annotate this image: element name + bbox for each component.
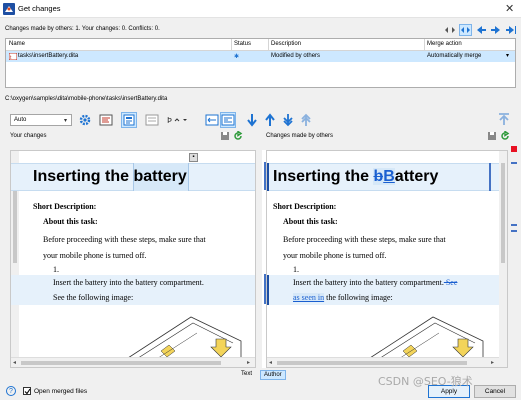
step-line-1: Insert the battery into the battery comp… — [53, 278, 204, 287]
step-line-2: as seen in the following image: — [293, 293, 393, 302]
doc-heading: Inserting the bBattery — [273, 168, 438, 186]
col-merge-action[interactable]: Merge action — [427, 41, 462, 47]
change-marker[interactable] — [511, 230, 517, 232]
row-description: Modified by others — [271, 53, 321, 59]
para-line-2: your mobile phone is turned off. — [283, 251, 387, 260]
about-task-label: About this task: — [43, 217, 98, 226]
checkmark-icon — [24, 388, 31, 395]
open-merged-checkbox[interactable] — [23, 387, 31, 395]
right-scrollbar[interactable] — [499, 151, 507, 367]
scroll-right-icon[interactable]: ▸ — [491, 359, 494, 366]
step-number: 1. — [293, 265, 299, 274]
short-description-label: Short Description: — [33, 202, 97, 211]
tab-text[interactable]: Text — [238, 370, 255, 380]
close-icon[interactable]: ✕ — [505, 2, 514, 15]
right-editor-panel[interactable]: Inserting the bBattery Short Description… — [266, 150, 508, 368]
next-conflict-icon[interactable] — [281, 113, 295, 127]
para-line-1: Before proceeding with these steps, make… — [283, 235, 446, 244]
heading-prefix: Inserting the — [273, 168, 374, 185]
window-title: Get changes — [18, 4, 61, 13]
your-changes-label: Your changes — [10, 133, 47, 139]
step-number: 1. — [53, 265, 59, 274]
deleted-text: See — [443, 278, 458, 287]
table-row[interactable]: t tasks\insertBattery.dita ✱ Modified by… — [6, 51, 515, 62]
merge-action-dropdown-icon[interactable]: ▾ — [506, 52, 509, 59]
heading-suffix: attery — [394, 168, 439, 185]
author-view-button[interactable] — [121, 112, 137, 128]
refresh-icon[interactable] — [500, 131, 510, 141]
last-change-icon[interactable] — [505, 25, 517, 35]
short-description-label: Short Description: — [273, 202, 337, 211]
first-change-icon[interactable] — [497, 112, 511, 126]
diff-mode-value: Auto — [14, 117, 27, 123]
left-hscrollbar[interactable]: ◂ ▸ — [11, 357, 255, 367]
open-merged-label: Open merged files — [34, 388, 88, 395]
chevron-down-icon: ▾ — [64, 118, 68, 124]
author-page-icon — [123, 114, 135, 126]
title-bar: Get changes ✕ — [0, 0, 521, 18]
table-header: Name Status Description Merge action — [6, 39, 515, 51]
show-only-changes-button[interactable] — [459, 24, 472, 36]
conflict-marker[interactable] — [511, 146, 517, 152]
cancel-button[interactable]: Cancel — [474, 385, 516, 398]
scroll-left-icon[interactable]: ◂ — [13, 359, 16, 366]
svg-text:Þ: Þ — [167, 116, 172, 125]
outline-icon[interactable] — [99, 113, 113, 127]
prev-conflict-icon[interactable] — [299, 113, 313, 127]
status-modified-icon: ✱ — [234, 54, 240, 60]
left-editor-panel[interactable]: ▪ Inserting the battery Short Descriptio… — [10, 150, 256, 368]
diff-mode-select[interactable]: Auto ▾ — [10, 114, 72, 126]
para-line-1: Before proceeding with these steps, make… — [43, 235, 206, 244]
changes-table: Name Status Description Merge action t t… — [5, 38, 516, 88]
doc-heading: Inserting the battery — [33, 168, 187, 185]
file-path: C:\oxygen\samples\dita\mobile-phone\task… — [5, 96, 168, 102]
app-icon — [3, 3, 15, 15]
col-description[interactable]: Description — [271, 41, 301, 47]
expand-collapse-icon[interactable] — [444, 25, 456, 35]
about-task-label: About this task: — [283, 217, 338, 226]
col-status[interactable]: Status — [234, 41, 251, 47]
dita-file-icon: t — [9, 53, 17, 60]
next-arrow-down-icon[interactable] — [245, 113, 259, 127]
previous-change-icon[interactable] — [475, 25, 487, 35]
tab-author[interactable]: Author — [260, 370, 286, 380]
inserted-text: as seen in — [293, 293, 325, 302]
right-hscrollbar[interactable]: ◂ ▸ — [267, 357, 499, 367]
step-line-2: See the following image: — [53, 293, 134, 302]
change-marker[interactable] — [511, 162, 517, 164]
scroll-left-icon[interactable]: ◂ — [269, 359, 272, 366]
collapse-icon[interactable]: ▪ — [189, 153, 198, 162]
watermark-text: CSDN @SEO-狼术 — [378, 375, 473, 388]
col-name[interactable]: Name — [9, 41, 25, 47]
help-icon[interactable]: ? — [6, 386, 16, 396]
view-tabs: Text Author — [238, 370, 288, 381]
filter-icon — [461, 27, 470, 33]
deleted-letter: b — [373, 168, 384, 185]
para-line-2: your mobile phone is turned off. — [43, 251, 147, 260]
tag-display-icon[interactable]: Þ — [167, 113, 189, 127]
save-icon[interactable] — [487, 131, 497, 141]
changes-summary: Changes made by others: 1. Your changes:… — [5, 26, 160, 32]
grid-view-icon[interactable] — [145, 113, 159, 127]
scroll-right-icon[interactable]: ▸ — [247, 359, 250, 366]
refresh-icon[interactable] — [233, 131, 243, 141]
save-icon[interactable] — [220, 131, 230, 141]
change-marker[interactable] — [511, 224, 517, 226]
row-merge-action: Automatically merge — [427, 53, 482, 59]
inserted-letter: B — [383, 168, 395, 185]
word-diff-button[interactable] — [220, 112, 236, 128]
row-name: tasks\insertBattery.dita — [18, 53, 79, 59]
changes-by-others-label: Changes made by others — [266, 133, 334, 139]
step-line-1: Insert the battery into the battery comp… — [293, 278, 458, 287]
word-diff-icon — [221, 114, 235, 126]
overview-ruler[interactable] — [510, 146, 518, 368]
next-change-icon[interactable] — [490, 25, 502, 35]
settings-icon[interactable] — [78, 113, 92, 127]
prev-arrow-up-icon[interactable] — [263, 113, 277, 127]
sync-left-icon[interactable] — [205, 113, 219, 127]
